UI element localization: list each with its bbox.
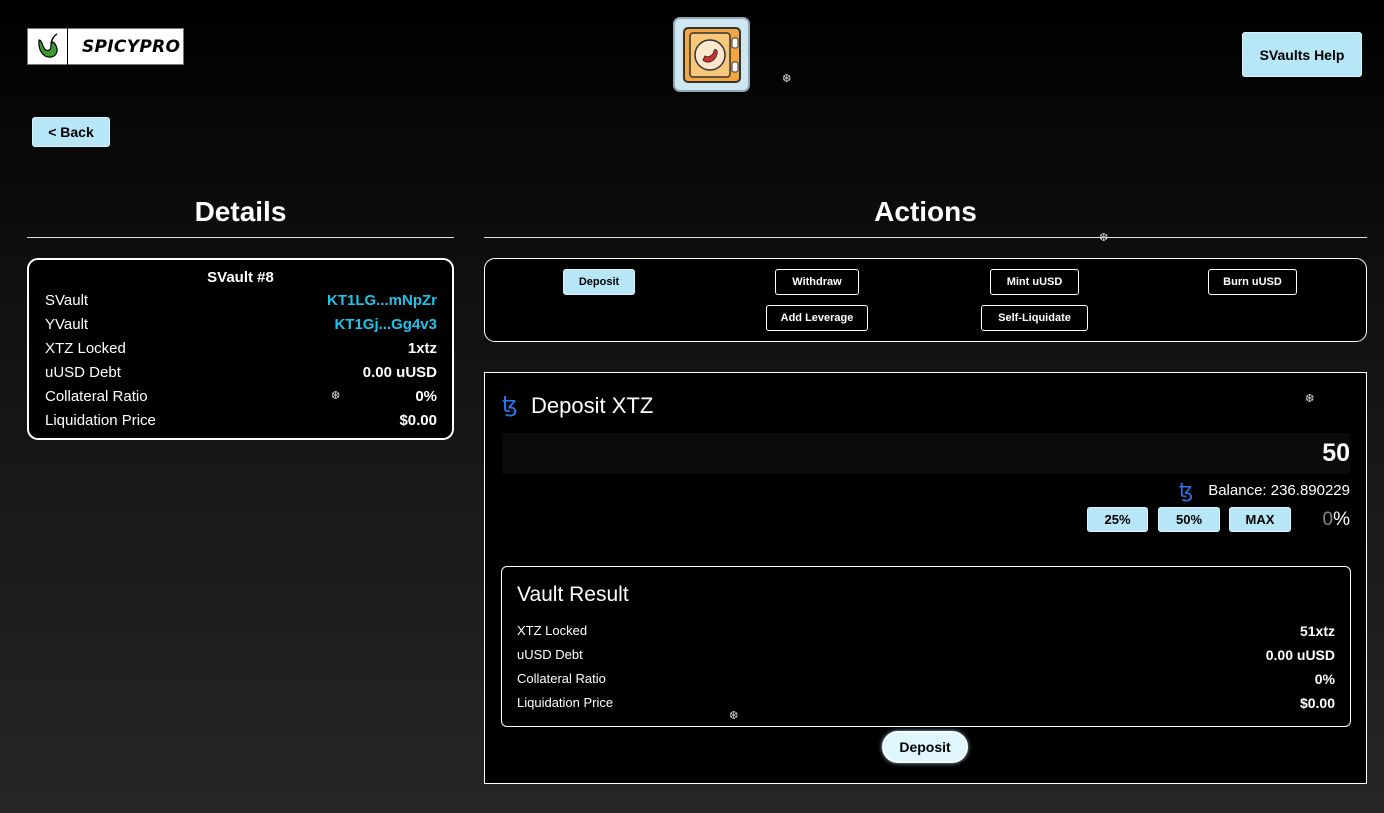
actions-title: Actions [874,196,977,227]
svaults-help-button[interactable]: SVaults Help [1242,32,1362,77]
detail-label: SVault [45,291,89,309]
percent-unit: % [1333,509,1350,530]
result-value: 0.00 uUSD [1265,647,1335,663]
percent-readout: 0% [1323,509,1350,531]
detail-label: Liquidation Price [45,411,156,429]
tab-withdraw[interactable]: Withdraw [775,269,859,295]
percent-50-button[interactable]: 50% [1158,507,1220,532]
detail-row-liquidation-price: Liquidation Price $0.00 [29,408,452,432]
tezos-icon: ꜩ [502,393,518,418]
detail-row-xtz-locked: XTZ Locked 1xtz [29,336,452,360]
tab-self-liquidate[interactable]: Self-Liquidate [981,305,1088,331]
deposit-panel: ꜩ Deposit XTZ ❆ ꜩ Balance: 236.890229 25… [484,372,1367,784]
detail-label: XTZ Locked [45,339,126,357]
snowflake-icon: ❆ [782,72,792,85]
divider [484,237,1367,238]
yvault-address-link[interactable]: KT1Gj...Gg4v3 [334,316,437,333]
details-title: Details [194,196,287,227]
result-value: $0.00 [1299,695,1335,711]
tab-deposit[interactable]: Deposit [563,269,635,295]
detail-value: 1xtz [407,339,437,357]
result-value: 0% [1314,671,1335,687]
snowflake-icon: ❆ [331,390,341,402]
detail-row-yvault: YVault KT1Gj...Gg4v3 [29,312,452,336]
detail-label: uUSD Debt [45,363,121,381]
snowflake-icon: ❆ [1099,231,1109,244]
pepper-icon [28,28,68,65]
result-value: 51xtz [1299,623,1335,639]
detail-row-svault: SVault KT1LG...mNpZr [29,288,452,312]
percent-25-button[interactable]: 25% [1087,507,1148,532]
detail-value: 0% [415,387,437,405]
tab-burn-uusd[interactable]: Burn uUSD [1208,269,1297,295]
vault-icon [673,17,750,92]
tezos-icon: ꜩ [1179,478,1194,502]
detail-value: $0.00 [399,411,437,429]
tab-mint-uusd[interactable]: Mint uUSD [990,269,1079,295]
balance-text: Balance: 236.890229 [1208,481,1350,499]
snowflake-icon: ❆ [729,709,739,722]
brand-name: SPICYPRO [82,36,181,57]
result-label: Collateral Ratio [517,671,606,686]
result-row-liquidation-price: Liquidation Price $0.00 [517,695,1335,711]
result-row-collateral-ratio: Collateral Ratio 0% [517,671,1335,687]
max-button[interactable]: MAX [1229,507,1291,532]
detail-label: Collateral Ratio [45,387,148,405]
vault-result-title: Vault Result [517,583,629,606]
spicypro-logo[interactable]: SPICYPRO [27,28,184,65]
actions-tab-bar: Deposit Withdraw Mint uUSD Burn uUSD Add… [484,258,1367,342]
svault-address-link[interactable]: KT1LG...mNpZr [327,292,437,309]
snowflake-icon: ❆ [1305,392,1315,405]
detail-row-collateral-ratio: Collateral Ratio ❆ 0% [29,384,452,408]
result-row-uusd-debt: uUSD Debt 0.00 uUSD [517,647,1335,663]
result-label: XTZ Locked [517,623,588,638]
divider [27,237,454,238]
tab-add-leverage[interactable]: Add Leverage [766,305,868,331]
detail-row-uusd-debt: uUSD Debt 0.00 uUSD [29,360,452,384]
svault-details-card: SVault #8 SVault KT1LG...mNpZr YVault KT… [27,258,454,440]
back-button[interactable]: < Back [32,117,110,147]
result-row-xtz-locked: XTZ Locked 51xtz [517,623,1335,639]
deposit-title: Deposit XTZ [531,393,654,418]
detail-value: 0.00 uUSD [362,363,437,381]
percent-value: 0 [1322,509,1334,530]
result-label: Liquidation Price [517,695,614,710]
deposit-amount-input[interactable] [502,433,1350,474]
wallet-balance: ꜩ Balance: 236.890229 [1179,478,1350,502]
detail-label: YVault [45,315,89,333]
deposit-submit-button[interactable]: Deposit [882,731,968,763]
result-label: uUSD Debt [517,647,583,662]
svault-card-title: SVault #8 [207,269,274,286]
vault-result-card: Vault Result XTZ Locked 51xtz uUSD Debt … [501,566,1351,727]
